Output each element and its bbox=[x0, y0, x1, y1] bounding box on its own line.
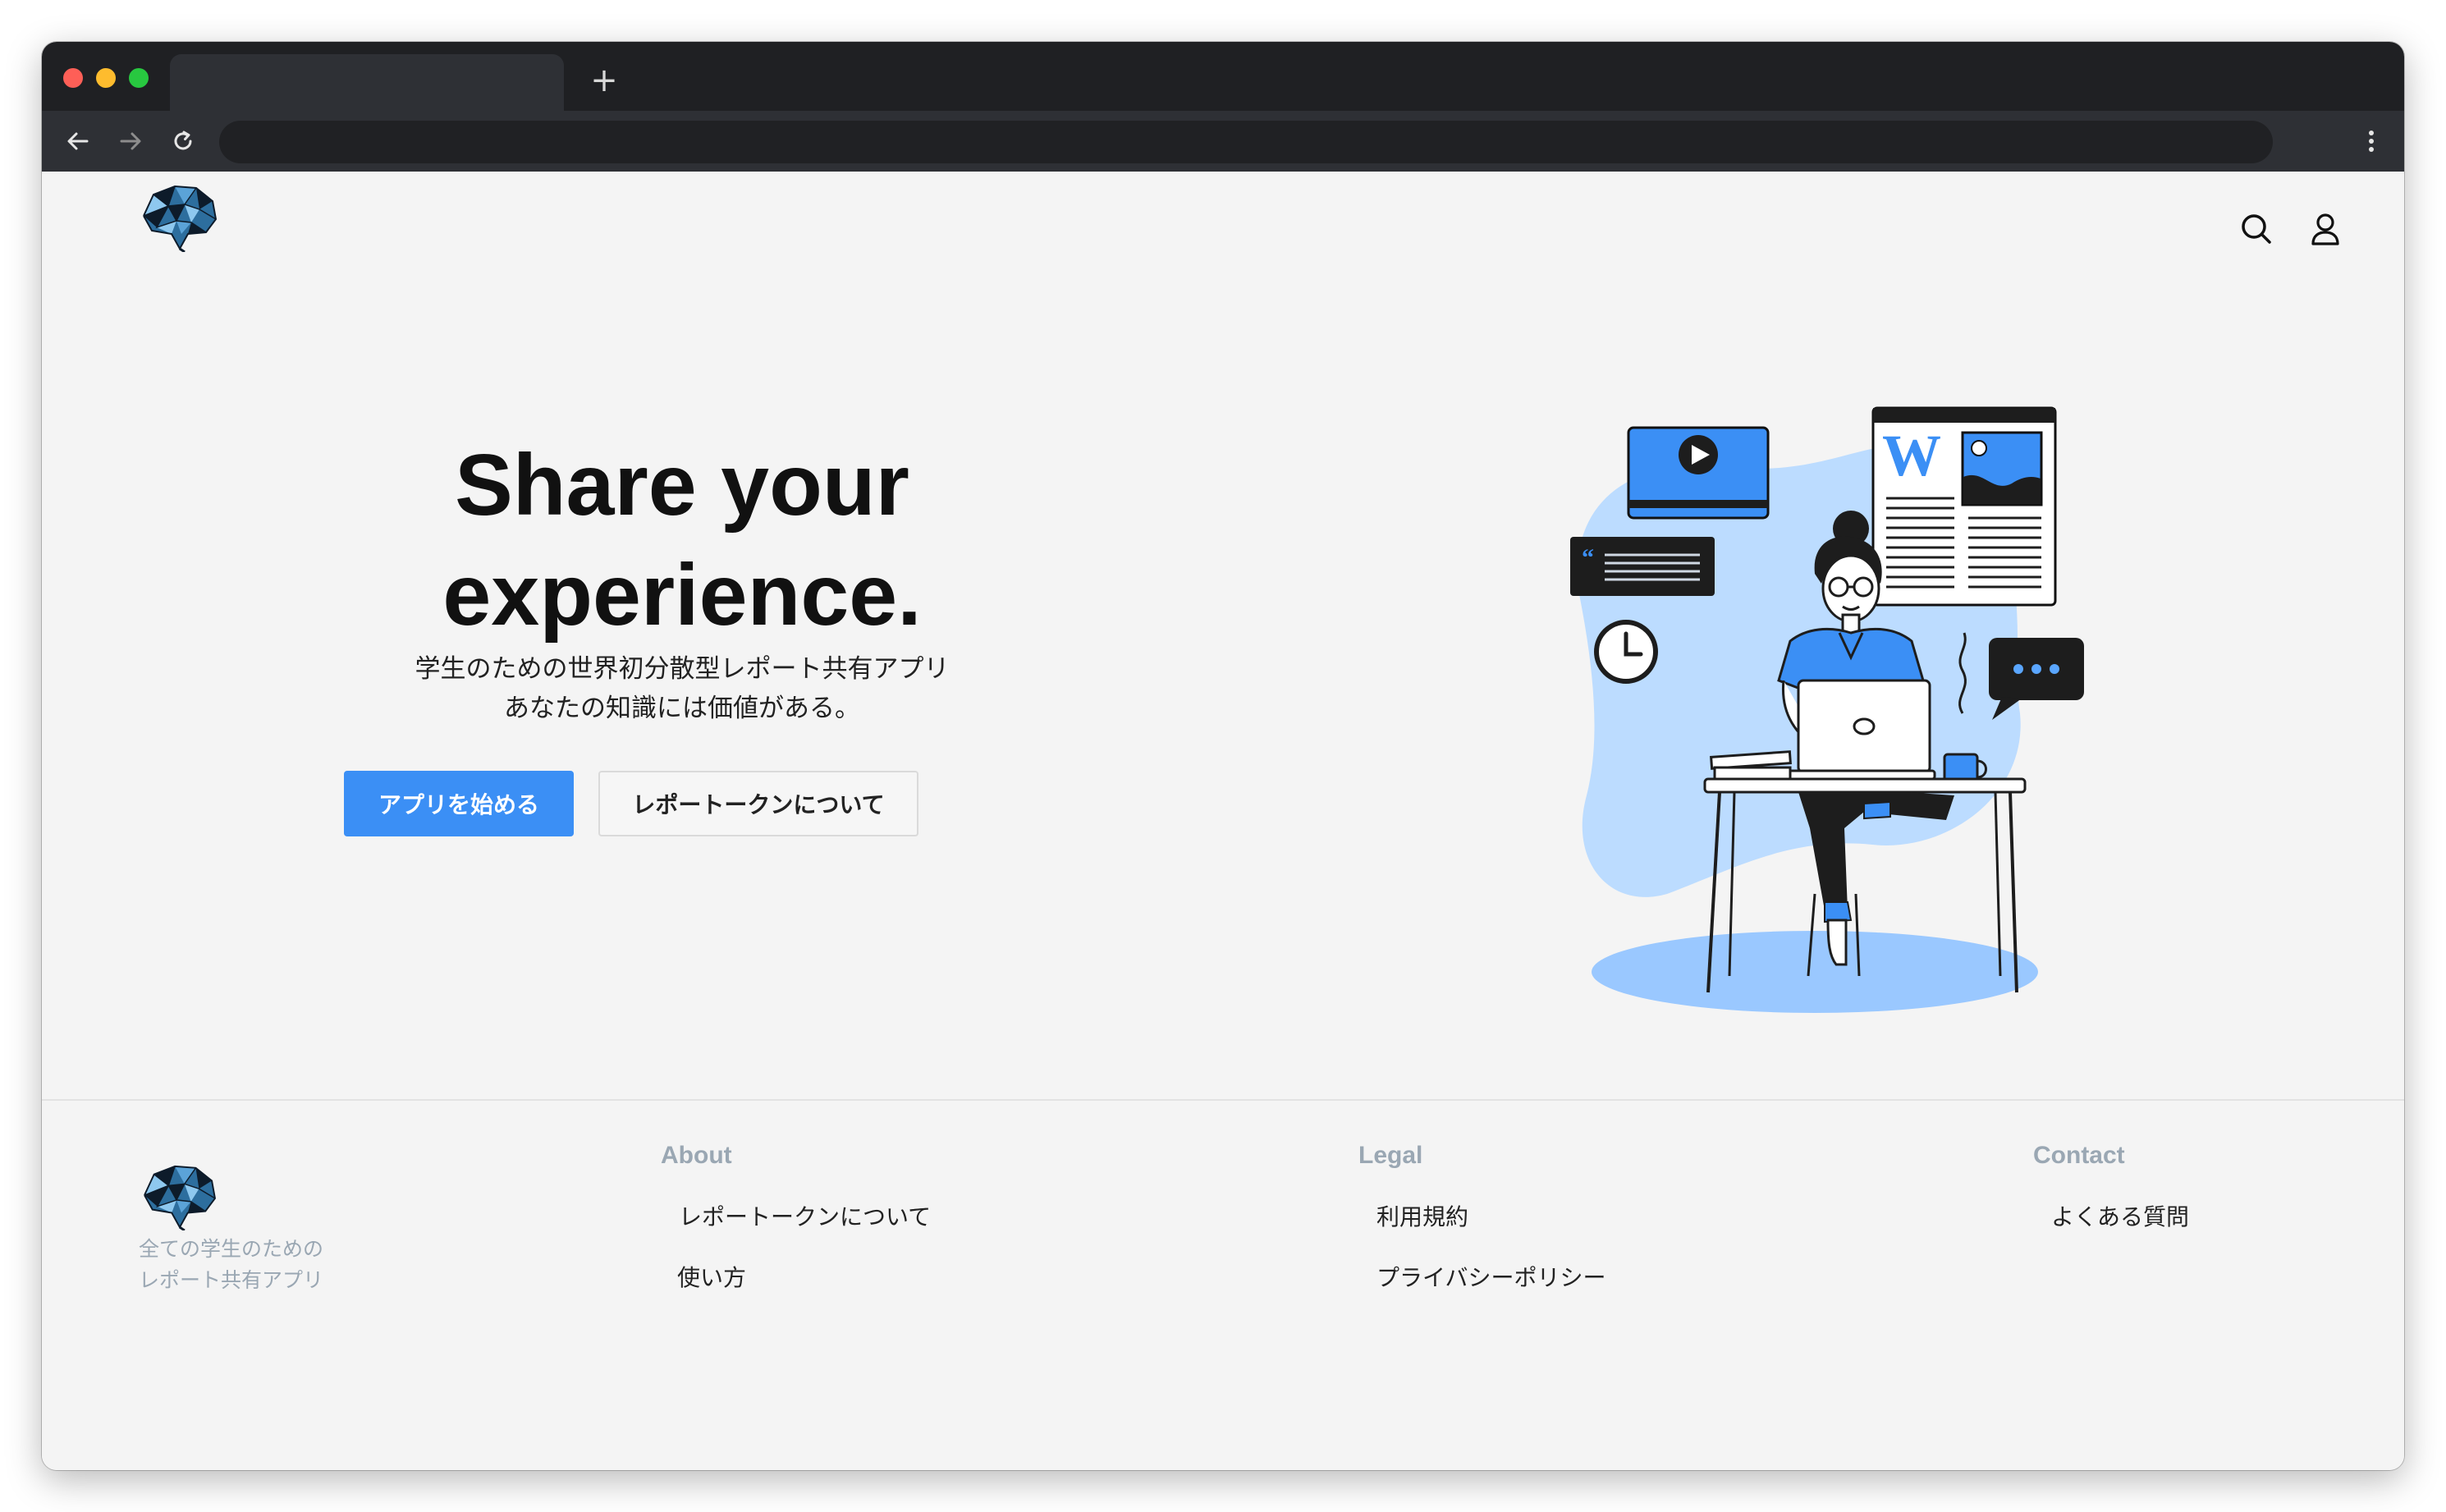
footer-heading-about: About bbox=[661, 1142, 732, 1169]
hero-title-line-2: experience. bbox=[442, 547, 922, 644]
hero-title-line-1: Share your bbox=[455, 437, 909, 534]
start-app-button[interactable]: アプリを始める bbox=[344, 771, 574, 836]
search-icon bbox=[2242, 214, 2271, 244]
footer-link-how-to-use[interactable]: 使い方 bbox=[677, 1260, 746, 1293]
footer-tagline: 全ての学生のための レポート共有アプリ bbox=[139, 1234, 323, 1296]
footer-heading-contact: Contact bbox=[2033, 1142, 2125, 1169]
back-button[interactable] bbox=[60, 123, 96, 159]
footer-logo[interactable] bbox=[139, 1161, 219, 1232]
brain-logo-icon bbox=[144, 1165, 216, 1232]
site-footer: 全ての学生のための レポート共有アプリ About レポートークンについて 使い… bbox=[42, 1099, 2404, 1470]
search-button[interactable] bbox=[2238, 211, 2274, 247]
footer-link-terms[interactable]: 利用規約 bbox=[1376, 1199, 1468, 1232]
hero-title: Share your experience. bbox=[255, 430, 1109, 650]
reload-icon bbox=[174, 131, 192, 150]
footer-tagline-line-2: レポート共有アプリ bbox=[139, 1268, 324, 1292]
hero-subtitle-line-1: 学生のための世界初分散型レポート共有アプリ bbox=[415, 654, 950, 684]
browser-menu-button[interactable] bbox=[2363, 124, 2380, 158]
about-reportoken-button[interactable]: レポートークンについて bbox=[598, 771, 918, 836]
footer-tagline-line-1: 全ての学生のための bbox=[139, 1237, 324, 1261]
home-logo-link[interactable] bbox=[139, 181, 219, 254]
footer-link-about-reportoken[interactable]: レポートークンについて bbox=[679, 1199, 931, 1232]
hero-subtitle-line-2: あなたの知識には価値がある。 bbox=[504, 694, 860, 723]
address-bar[interactable] bbox=[219, 121, 2273, 163]
brain-logo-icon bbox=[143, 185, 218, 254]
new-tab-button[interactable]: + bbox=[584, 60, 625, 101]
browser-tab[interactable] bbox=[170, 54, 564, 111]
page-content: Share your experience. 学生のための世界初分散型レポート共… bbox=[42, 172, 2404, 1470]
footer-heading-legal: Legal bbox=[1358, 1142, 1423, 1169]
footer-link-faq[interactable]: よくある質問 bbox=[2051, 1199, 2189, 1232]
browser-toolbar bbox=[42, 111, 2404, 172]
woman-working-on-laptop-illustration: “ W bbox=[1570, 406, 2084, 1013]
svg-text:W: W bbox=[1882, 423, 1941, 488]
maximize-window-button[interactable] bbox=[129, 68, 149, 88]
browser-window: + Share your experience. 学生のための世界初分散型レポー… bbox=[42, 42, 2404, 1470]
svg-text:“: “ bbox=[1582, 544, 1594, 571]
footer-link-privacy-policy[interactable]: プライバシーポリシー bbox=[1376, 1260, 1605, 1293]
user-icon bbox=[2311, 213, 2339, 245]
kebab-menu-icon bbox=[2369, 131, 2374, 152]
forward-arrow-icon bbox=[120, 132, 141, 150]
back-arrow-icon bbox=[67, 132, 89, 150]
minimize-window-button[interactable] bbox=[96, 68, 116, 88]
hero-subtitle: 学生のための世界初分散型レポート共有アプリ あなたの知識には価値がある。 bbox=[255, 649, 1109, 728]
close-window-button[interactable] bbox=[63, 68, 83, 88]
browser-tab-bar: + bbox=[42, 42, 2404, 111]
account-button[interactable] bbox=[2307, 211, 2343, 247]
forward-button[interactable] bbox=[112, 123, 149, 159]
reload-button[interactable] bbox=[165, 123, 201, 159]
